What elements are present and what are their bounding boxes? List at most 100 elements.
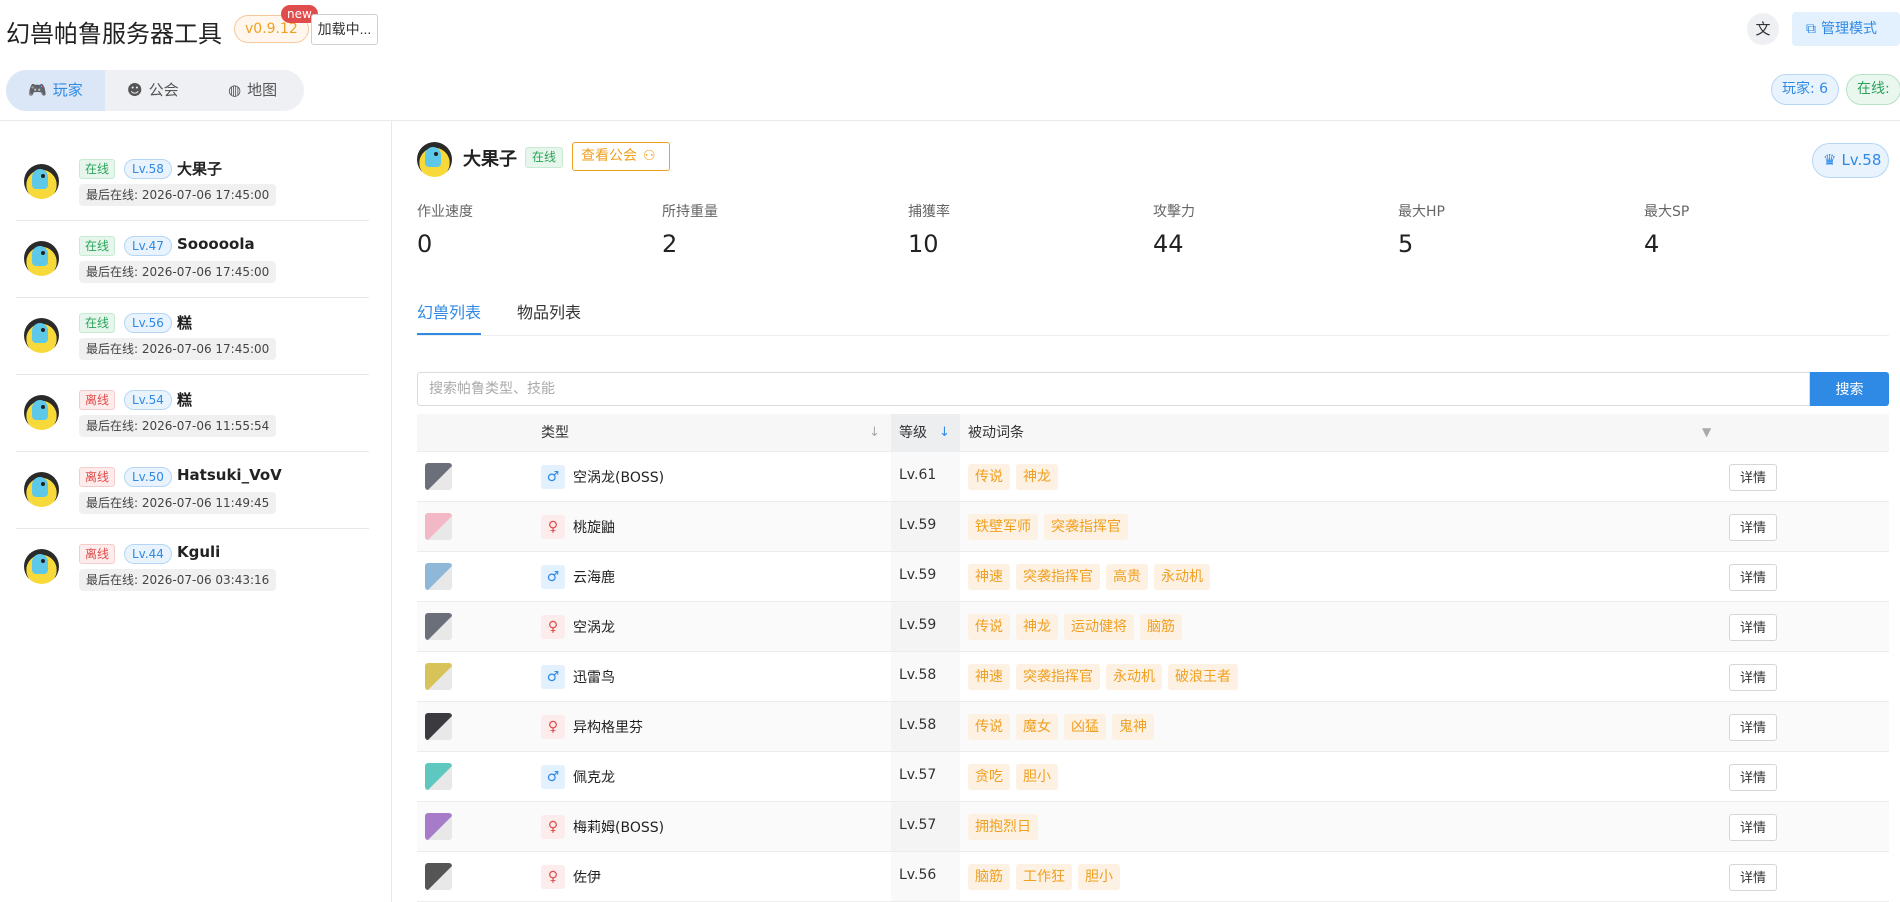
avatar [24, 241, 59, 276]
player-row[interactable]: 离线 Lv.44 Kguli 最后在线: 2026-07-06 03:43:16 [16, 530, 369, 606]
passive-skills: 传说 神龙 运动健将 脑筋 [968, 614, 1182, 640]
detail-button[interactable]: 详情 [1729, 564, 1777, 591]
col-level-header[interactable]: 等级 [899, 414, 927, 452]
table-row: ♀ 空涡龙 Lv.59 传说 神龙 运动健将 脑筋 详情 [417, 602, 1889, 652]
pal-search-input[interactable] [417, 372, 1810, 406]
female-icon: ♀ [541, 715, 565, 739]
detail-button[interactable]: 详情 [1729, 614, 1777, 641]
stat-work-speed: 作业速度 0 [417, 201, 473, 258]
skill-tag: 突袭指挥官 [1016, 664, 1100, 690]
player-row[interactable]: 在线 Lv.58 大果子 最后在线: 2026-07-06 17:45:00 [16, 145, 369, 221]
skill-tag: 贪吃 [968, 764, 1010, 790]
player-name: Kguli [177, 543, 221, 561]
skill-tag: 突袭指挥官 [1044, 514, 1128, 540]
stat-value: 4 [1644, 230, 1660, 258]
level-badge: Lv.44 [124, 544, 172, 564]
skill-tag: 拥抱烈日 [968, 814, 1038, 840]
skill-tag: 凶猛 [1064, 714, 1106, 740]
sort-arrow-icon[interactable]: ↓ [869, 425, 880, 440]
stat-label: 攻擊力 [1153, 204, 1195, 220]
table-row: ♂ 云海鹿 Lv.59 神速 突袭指挥官 高贵 永动机 详情 [417, 552, 1889, 602]
admin-mode-button[interactable]: ⧉ 管理模式 [1792, 12, 1900, 46]
pal-image [425, 713, 452, 740]
passive-skills: 传说 神龙 [968, 464, 1058, 490]
pal-image [425, 863, 452, 890]
passive-skills: 贪吃 胆小 [968, 764, 1058, 790]
detail-button[interactable]: 详情 [1729, 764, 1777, 791]
col-type-header[interactable]: 类型 [541, 414, 569, 452]
stat-value: 10 [908, 230, 939, 258]
pal-level: Lv.58 [899, 717, 937, 733]
last-online: 最后在线: 2026-07-06 17:45:00 [79, 261, 277, 283]
tab-players-label: 玩家 [52, 81, 83, 99]
last-online: 最后在线: 2026-07-06 11:55:54 [79, 415, 277, 437]
detail-button[interactable]: 详情 [1729, 514, 1777, 541]
table-row: ♂ 迅雷鸟 Lv.58 神速 突袭指挥官 永动机 破浪王者 详情 [417, 652, 1889, 702]
passive-skills: 铁壁军师 突袭指挥官 [968, 514, 1128, 540]
skill-tag: 工作狂 [1016, 864, 1072, 890]
level-badge: Lv.50 [124, 467, 172, 487]
pal-type: 迅雷鸟 [573, 670, 615, 686]
stat-value: 44 [1153, 230, 1184, 258]
detail-button[interactable]: 详情 [1729, 664, 1777, 691]
pal-level: Lv.57 [899, 817, 937, 833]
tab-pal-list[interactable]: 幻兽列表 [417, 299, 481, 323]
tab-guilds[interactable]: ☻ 公会 [127, 70, 179, 111]
skill-tag: 破浪王者 [1168, 664, 1238, 690]
player-row[interactable]: 在线 Lv.56 糕 最后在线: 2026-07-06 17:45:00 [16, 299, 369, 375]
female-icon: ♀ [541, 815, 565, 839]
skill-tag: 突袭指挥官 [1016, 564, 1100, 590]
view-guild-button[interactable]: 查看公会 ⚇ [572, 142, 670, 171]
detail-button[interactable]: 详情 [1729, 464, 1777, 491]
female-icon: ♀ [541, 515, 565, 539]
tab-map-label: 地图 [247, 81, 278, 99]
sort-arrow-icon[interactable]: ↓ [939, 425, 950, 440]
app-header: 幻兽帕鲁服务器工具 v0.9.12 new 加载中... 文 ⧉ 管理模式 [0, 0, 1900, 60]
pal-type: 空涡龙(BOSS) [573, 470, 665, 486]
detail-button[interactable]: 详情 [1729, 714, 1777, 741]
player-row[interactable]: 在线 Lv.47 Sooooola 最后在线: 2026-07-06 17:45… [16, 222, 369, 298]
detail-player-name: 大果子 [463, 149, 517, 170]
pal-image [425, 763, 452, 790]
stat-label: 最大SP [1644, 204, 1690, 220]
avatar [24, 549, 59, 584]
status-badge: 离线 [79, 467, 116, 487]
level-badge: Lv.58 [124, 159, 172, 179]
tab-players[interactable]: 🎮 玩家 [6, 70, 105, 111]
player-name: Hatsuki_VoV [177, 466, 282, 484]
level-badge: Lv.47 [124, 236, 172, 256]
pal-type: 空涡龙 [573, 620, 615, 636]
skill-tag: 运动健将 [1064, 614, 1134, 640]
female-icon: ♀ [541, 865, 565, 889]
loading-button[interactable]: 加载中... [311, 14, 378, 45]
translate-icon: 文 [1755, 20, 1771, 38]
tab-divider [417, 335, 1889, 336]
translate-button[interactable]: 文 [1747, 13, 1779, 45]
player-row[interactable]: 离线 Lv.54 糕 最后在线: 2026-07-06 11:55:54 [16, 376, 369, 452]
online-count-badge: 在线: [1846, 74, 1900, 105]
active-tab-indicator [417, 333, 481, 335]
pal-type: 异构格里芬 [573, 720, 643, 736]
skill-tag: 神龙 [1016, 464, 1058, 490]
skill-tag: 永动机 [1154, 564, 1210, 590]
avatar [24, 395, 59, 430]
skill-tag: 高贵 [1106, 564, 1148, 590]
skill-tag: 神龙 [1016, 614, 1058, 640]
pal-image [425, 563, 452, 590]
last-online: 最后在线: 2026-07-06 11:49:45 [79, 492, 277, 514]
search-button[interactable]: 搜索 [1810, 372, 1889, 406]
detail-button[interactable]: 详情 [1729, 864, 1777, 891]
tab-item-list[interactable]: 物品列表 [517, 299, 581, 323]
last-online: 最后在线: 2026-07-06 17:45:00 [79, 338, 277, 360]
stat-max-sp: 最大SP 4 [1644, 201, 1689, 258]
table-row: ♀ 梅莉姆(BOSS) Lv.57 拥抱烈日 详情 [417, 802, 1889, 852]
filter-icon[interactable]: ▼ [1702, 425, 1711, 439]
pal-image [425, 613, 452, 640]
skill-tag: 神速 [968, 664, 1010, 690]
male-icon: ♂ [541, 765, 565, 789]
male-icon: ♂ [541, 465, 565, 489]
detail-button[interactable]: 详情 [1729, 814, 1777, 841]
tab-map[interactable]: ◍ 地图 [228, 70, 277, 111]
skill-tag: 传说 [968, 714, 1010, 740]
player-row[interactable]: 离线 Lv.50 Hatsuki_VoV 最后在线: 2026-07-06 11… [16, 453, 369, 529]
